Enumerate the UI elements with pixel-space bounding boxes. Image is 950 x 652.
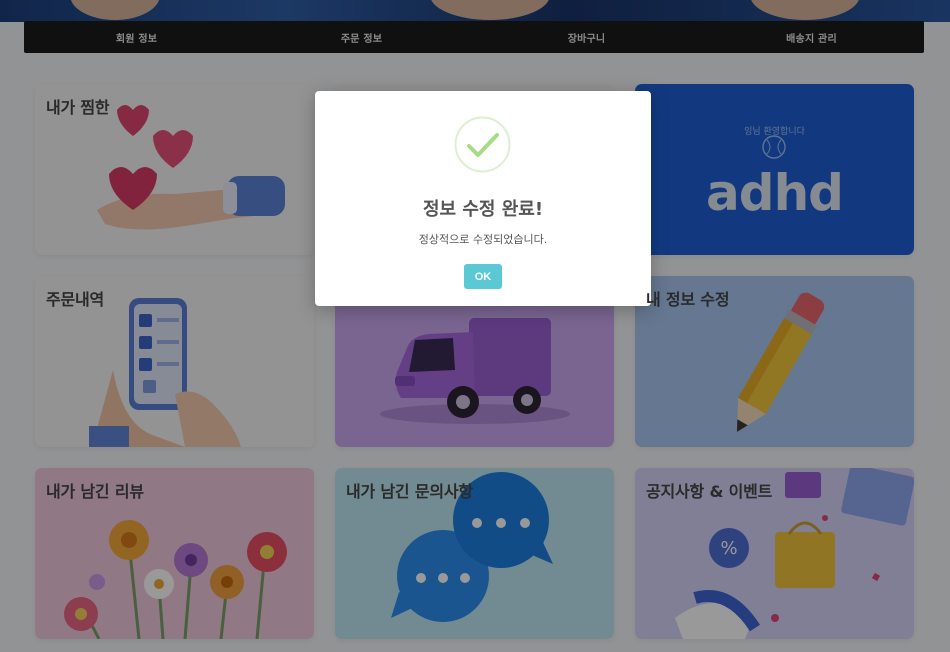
- check-icon: [454, 116, 511, 173]
- card-title: 내가 남긴 문의사항: [346, 482, 473, 501]
- card-title: 주문내역: [46, 290, 105, 309]
- dialog-title: 정보 수정 완료!: [422, 199, 544, 220]
- dialog-message: 정상적으로 수정되었습니다.: [418, 233, 548, 246]
- card-title: 공지사항 & 이벤트: [646, 482, 773, 501]
- card-title: 내가 찜한: [46, 98, 110, 117]
- card-title: 내 정보 수정: [646, 290, 730, 309]
- card-title: 내가 남긴 리뷰: [46, 482, 144, 501]
- mypage: 회원 정보 주문 정보 장바구니 배송지 관리 내가 찜한 잉님 환영합니다 a…: [0, 0, 950, 652]
- success-dialog: 정보 수정 완료! 정상적으로 수정되었습니다. OK: [315, 91, 651, 306]
- ok-button[interactable]: OK: [464, 264, 502, 289]
